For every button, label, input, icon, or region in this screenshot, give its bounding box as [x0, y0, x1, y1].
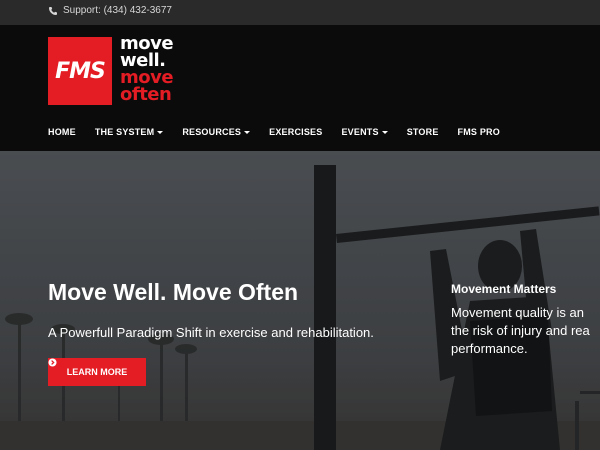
nav-label: STORE [406, 127, 439, 137]
nav-label: RESOURCES [182, 127, 242, 137]
hero-banner: Move Well. Move Often A Powerfull Paradi… [0, 151, 600, 450]
nav-item-resources[interactable]: RESOURCES [182, 127, 251, 137]
nav-item-the-system[interactable]: THE SYSTEM [95, 127, 164, 137]
caret-down-icon [157, 130, 164, 134]
learn-more-label: LEARN MORE [66, 367, 128, 377]
nav-label: HOME [48, 127, 76, 137]
support-text: Support: (434) 432-3677 [63, 5, 172, 16]
nav-label: THE SYSTEM [94, 127, 155, 137]
main-nav: HOME THE SYSTEM RESOURCES EXERCISES EVEN… [48, 127, 519, 137]
hero-subtitle: A Powerfull Paradigm Shift in exercise a… [48, 325, 374, 340]
caret-down-icon [381, 130, 388, 134]
movement-matters-text: Movement quality is an the risk of injur… [451, 304, 600, 358]
nav-item-fms-pro[interactable]: FMS PRO [458, 127, 500, 137]
nav-item-store[interactable]: STORE [407, 127, 439, 137]
hero-title: Move Well. Move Often [48, 279, 299, 305]
phone-icon [49, 6, 57, 15]
arrow-circle-right-icon [48, 358, 57, 367]
learn-more-button[interactable]: LEARN MORE [48, 358, 146, 386]
logo-mark-text: FMS [55, 58, 106, 84]
nav-item-exercises[interactable]: EXERCISES [269, 127, 322, 137]
nav-label: EVENTS [341, 127, 379, 137]
site-logo[interactable]: FMS move well. move often [48, 35, 174, 105]
logo-tagline: move well. move often [120, 35, 174, 105]
nav-item-events[interactable]: EVENTS [341, 127, 388, 137]
side-text-line: the risk of injury and rea [451, 323, 590, 338]
side-text-line: Movement quality is an [451, 305, 584, 320]
side-text-line: performance. [451, 341, 528, 356]
support-contact[interactable]: Support: (434) 432-3677 [48, 5, 172, 16]
nav-item-home[interactable]: HOME [48, 127, 76, 137]
top-bar: Support: (434) 432-3677 [0, 0, 600, 25]
movement-matters-title: Movement Matters [451, 282, 557, 296]
site-header: FMS move well. move often HOME THE SYSTE… [0, 25, 600, 151]
logo-line-4: often [120, 84, 172, 105]
logo-mark: FMS [48, 37, 112, 105]
nav-label: EXERCISES [269, 127, 323, 137]
caret-down-icon [244, 130, 251, 134]
nav-label: FMS PRO [457, 127, 500, 137]
